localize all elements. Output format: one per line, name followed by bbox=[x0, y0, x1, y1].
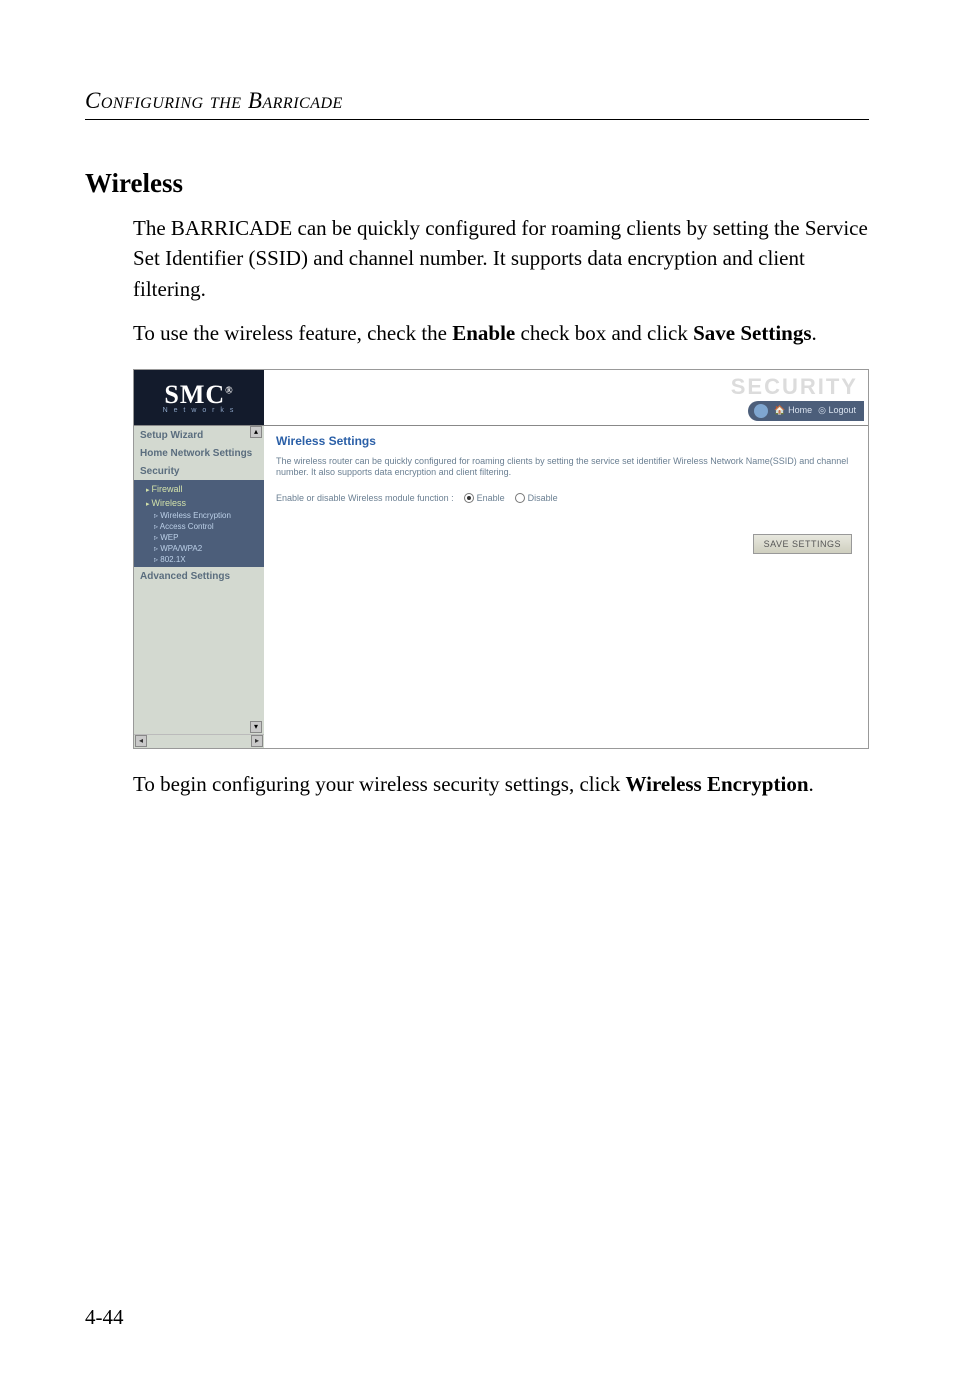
nav-security-subgroup: Firewall Wireless ▹ Wireless Encryption … bbox=[134, 480, 264, 567]
screenshot-topbar: SMC® N e t w o r k s SECURITY 🏠 Home ◎ L… bbox=[134, 370, 868, 426]
nav-setup-wizard[interactable]: Setup Wizard bbox=[134, 426, 264, 444]
router-admin-screenshot: SMC® N e t w o r k s SECURITY 🏠 Home ◎ L… bbox=[133, 369, 869, 749]
nav-advanced-settings[interactable]: Advanced Settings bbox=[134, 567, 264, 585]
content-panel: Wireless Settings The wireless router ca… bbox=[264, 426, 868, 748]
wireless-toggle-row: Enable or disable Wireless module functi… bbox=[276, 493, 856, 503]
p2-post: . bbox=[812, 321, 817, 345]
nav-wireless[interactable]: Wireless bbox=[134, 496, 264, 510]
sidebar-hscroll: ◂ ▸ bbox=[134, 734, 264, 748]
home-link[interactable]: 🏠 Home bbox=[774, 405, 812, 416]
radio-enable[interactable]: Enable bbox=[464, 493, 505, 503]
radio-disable[interactable]: Disable bbox=[515, 493, 558, 503]
topbar-right: SECURITY 🏠 Home ◎ Logout bbox=[264, 370, 868, 425]
p2-bold-enable: Enable bbox=[452, 321, 515, 345]
scroll-down-icon[interactable]: ▾ bbox=[250, 721, 262, 733]
panel-title: Wireless Settings bbox=[276, 434, 856, 448]
toggle-label: Enable or disable Wireless module functi… bbox=[276, 493, 454, 503]
logo-sub: N e t w o r k s bbox=[163, 407, 236, 414]
chapter-header: Configuring the Barricade bbox=[85, 88, 869, 114]
paragraph-2: To use the wireless feature, check the E… bbox=[133, 318, 869, 348]
globe-icon bbox=[754, 404, 768, 418]
nav-firewall[interactable]: Firewall bbox=[134, 482, 264, 496]
logo-main: SMC® bbox=[164, 380, 233, 410]
p3-post: . bbox=[809, 772, 814, 796]
nav-access-control[interactable]: ▹ Access Control bbox=[134, 521, 264, 532]
smc-logo: SMC® N e t w o r k s bbox=[134, 370, 264, 425]
sidebar: ▴ Setup Wizard Home Network Settings Sec… bbox=[134, 426, 264, 748]
nav-security[interactable]: Security bbox=[134, 462, 264, 480]
nav-8021x[interactable]: ▹ 802.1X bbox=[134, 554, 264, 565]
nav-wpa[interactable]: ▹ WPA/WPA2 bbox=[134, 543, 264, 554]
scroll-right-icon[interactable]: ▸ bbox=[251, 735, 263, 747]
nav-wep[interactable]: ▹ WEP bbox=[134, 532, 264, 543]
scroll-up-icon[interactable]: ▴ bbox=[250, 426, 262, 438]
nav-wireless-encryption[interactable]: ▹ Wireless Encryption bbox=[134, 510, 264, 521]
section-title: Wireless bbox=[85, 168, 869, 199]
paragraph-3: To begin configuring your wireless secur… bbox=[133, 769, 869, 799]
logout-link[interactable]: ◎ Logout bbox=[818, 405, 856, 416]
screenshot-body: ▴ Setup Wizard Home Network Settings Sec… bbox=[134, 426, 868, 748]
panel-description: The wireless router can be quickly confi… bbox=[276, 456, 856, 479]
p3-bold: Wireless Encryption bbox=[626, 772, 809, 796]
radio-disable-label: Disable bbox=[528, 493, 558, 503]
radio-dot-enable bbox=[464, 493, 474, 503]
top-link-bar: 🏠 Home ◎ Logout bbox=[748, 401, 864, 421]
chapter-header-text: Configuring the Barricade bbox=[85, 88, 343, 113]
scroll-left-icon[interactable]: ◂ bbox=[135, 735, 147, 747]
page-number: 4-44 bbox=[85, 1305, 124, 1330]
header-rule bbox=[85, 119, 869, 120]
p2-mid: check box and click bbox=[515, 321, 693, 345]
nav-home-network-settings[interactable]: Home Network Settings bbox=[134, 444, 264, 462]
p2-bold-save: Save Settings bbox=[693, 321, 811, 345]
brand-watermark: SECURITY bbox=[731, 374, 858, 400]
paragraph-1: The BARRICADE can be quickly configured … bbox=[133, 213, 869, 304]
save-settings-button[interactable]: SAVE SETTINGS bbox=[753, 534, 852, 554]
radio-dot-disable bbox=[515, 493, 525, 503]
p3-pre: To begin configuring your wireless secur… bbox=[133, 772, 626, 796]
radio-enable-label: Enable bbox=[477, 493, 505, 503]
p2-pre: To use the wireless feature, check the bbox=[133, 321, 452, 345]
